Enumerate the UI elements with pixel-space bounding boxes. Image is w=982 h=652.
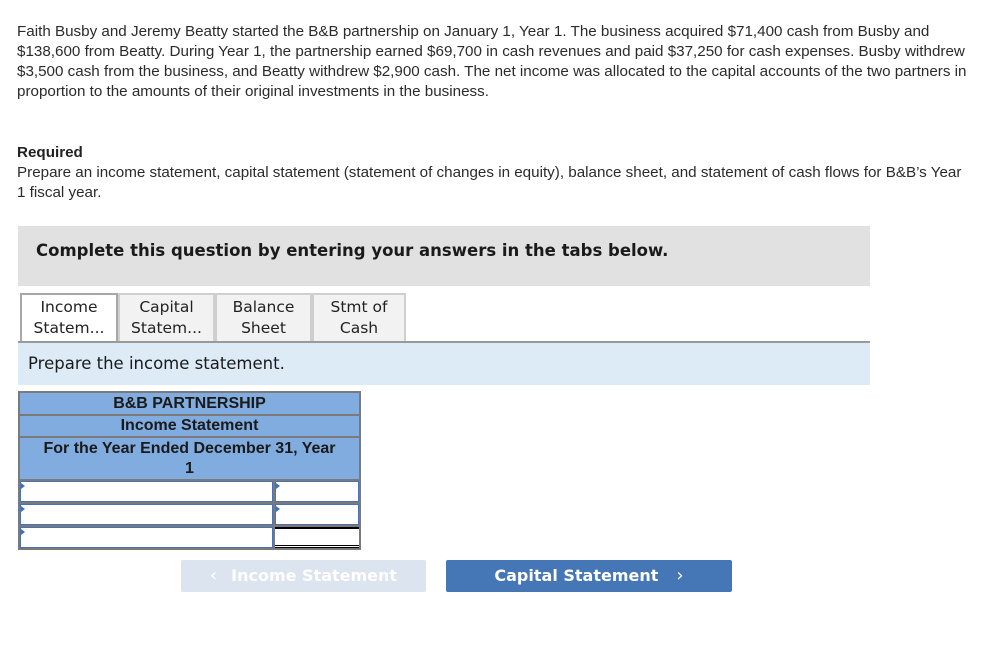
period-line2: 1: [185, 460, 194, 477]
tab-label-line2: Sheet: [241, 319, 286, 337]
statement-period: For the Year Ended December 31, Year 1: [20, 438, 359, 479]
statement-title: Income Statement: [20, 416, 359, 436]
tab-stmt-of-cash[interactable]: Stmt of Cash: [312, 293, 406, 341]
tab-capital-statement[interactable]: Capital Statem...: [118, 293, 215, 341]
table-row: [20, 527, 359, 548]
amount-cell[interactable]: [275, 481, 359, 502]
tab-balance-sheet[interactable]: Balance Sheet: [215, 293, 312, 341]
total-label-input[interactable]: [21, 528, 272, 547]
tab-label-line2: Cash: [339, 319, 379, 337]
tab-label-line2: Statem...: [33, 319, 105, 337]
line-item-amount-input[interactable]: [276, 482, 358, 501]
next-button-label: Capital Statement: [494, 566, 659, 585]
instruction-banner: Complete this question by entering your …: [18, 226, 870, 286]
period-line1: For the Year Ended December 31, Year: [43, 440, 336, 457]
amount-cell[interactable]: [275, 504, 359, 525]
tab-label-line1: Stmt of: [330, 298, 388, 316]
instruction-text: Complete this question by entering your …: [36, 241, 669, 260]
line-item-amount-input[interactable]: [276, 505, 358, 524]
total-amount-output: [275, 529, 359, 545]
line-item-label-input[interactable]: [21, 505, 272, 524]
prev-tab-button[interactable]: ‹ Income Statement: [181, 560, 426, 592]
prompt-text: Prepare the income statement.: [28, 354, 285, 373]
chevron-right-icon: ›: [676, 565, 684, 586]
label-cell[interactable]: [20, 481, 273, 502]
chevron-left-icon: ‹: [209, 565, 218, 586]
next-tab-button[interactable]: Capital Statement ›: [446, 560, 732, 592]
line-item-label-input[interactable]: [21, 482, 272, 501]
tab-label-line1: Income: [40, 298, 98, 316]
total-amount-cell: [275, 527, 359, 548]
prev-button-label: Income Statement: [231, 566, 398, 585]
table-row: [20, 481, 359, 502]
company-name: B&B PARTNERSHIP: [20, 393, 359, 414]
table-row: [20, 504, 359, 525]
required-heading: Required: [17, 144, 83, 161]
income-statement-table: B&B PARTNERSHIP Income Statement For the…: [18, 391, 361, 550]
tab-label-line2: Statem...: [131, 319, 202, 337]
label-cell[interactable]: [20, 527, 273, 548]
tab-label-line1: Balance: [232, 298, 295, 316]
problem-text: Faith Busby and Jeremy Beatty started th…: [17, 23, 967, 100]
tab-label-line1: Capital: [139, 298, 194, 316]
prompt-banner: Prepare the income statement.: [18, 343, 870, 385]
required-text: Prepare an income statement, capital sta…: [17, 164, 962, 201]
tab-income-statement[interactable]: Income Statem...: [20, 293, 118, 343]
label-cell[interactable]: [20, 504, 273, 525]
